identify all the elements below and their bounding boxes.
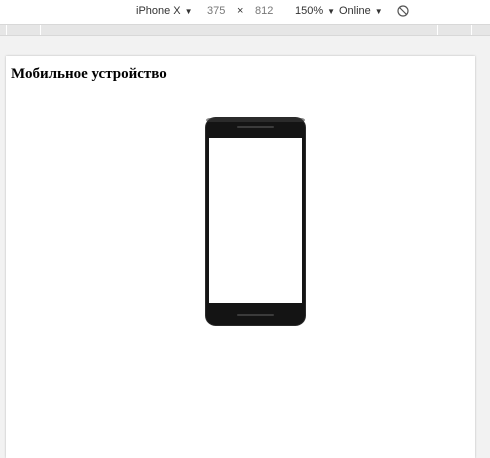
media-query-ruler[interactable] (0, 24, 490, 36)
phone-icon (205, 117, 306, 326)
zoom-label: 150% (295, 5, 324, 17)
device-viewport: Мобильное устройство (6, 56, 475, 458)
rotate-icon[interactable] (397, 5, 409, 17)
network-select[interactable]: Online ▼ (339, 5, 383, 17)
network-label: Online (339, 5, 371, 17)
chevron-down-icon: ▼ (374, 6, 383, 16)
ruler-segment (0, 25, 7, 35)
ruler-segment (41, 25, 438, 35)
zoom-select[interactable]: 150% ▼ (295, 5, 335, 17)
page-title: Мобильное устройство (11, 66, 167, 82)
ruler-segment (438, 25, 472, 35)
dimension-separator: × (237, 5, 244, 17)
chevron-down-icon: ▼ (327, 6, 336, 16)
device-label: iPhone X (136, 5, 181, 17)
width-input[interactable]: 375 (207, 5, 225, 17)
ruler-segment (7, 25, 41, 35)
height-input[interactable]: 812 (255, 5, 273, 17)
device-select[interactable]: iPhone X ▼ (136, 5, 193, 17)
chevron-down-icon: ▼ (184, 6, 193, 16)
device-toolbar: iPhone X ▼ 375 × 812 150% ▼ Online ▼ (0, 0, 490, 24)
